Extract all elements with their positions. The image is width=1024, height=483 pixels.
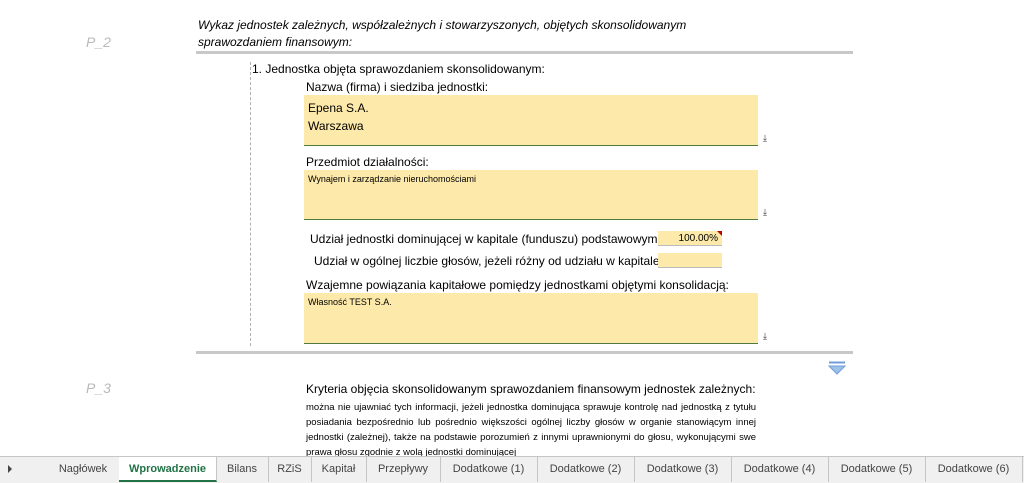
tab-kapital[interactable]: Kapitał (311, 457, 367, 482)
sheet-tab-bar: Nagłówek Wprowadzenie Bilans RZiS Kapita… (0, 456, 1024, 483)
activity-value[interactable]: Wynajem i zarządzanie nieruchomościami (304, 170, 758, 185)
expand-name-icon[interactable]: ⤓ (760, 133, 770, 145)
share-capital-field[interactable]: 100.00% (658, 231, 722, 246)
group-guide-line (250, 62, 251, 346)
bottom-divider (196, 351, 853, 354)
activity-label: Przedmiot działalności: (306, 155, 429, 169)
tab-dodatkowe-6[interactable]: Dodatkowe (6) (925, 457, 1023, 482)
top-divider (196, 51, 853, 54)
criteria-text: można nie ujawniać tych informacji, jeże… (306, 402, 756, 458)
activity-field[interactable]: Wynajem i zarządzanie nieruchomościami ⤓ (304, 170, 767, 220)
tab-scroll-button[interactable] (0, 457, 30, 482)
section-heading: Wykaz jednostek zależnych, współzależnyc… (198, 18, 687, 49)
name-value[interactable]: Epena S.A. Warszawa (304, 95, 758, 135)
tab-dodatkowe-1[interactable]: Dodatkowe (1) (440, 457, 538, 482)
share-capital-label: Udział jednostki dominującej w kapitale … (310, 232, 658, 246)
share-capital-value[interactable]: 100.00% (679, 233, 718, 244)
section-label-p3: P_3 (86, 380, 111, 396)
share-votes-field[interactable] (658, 253, 722, 268)
tab-bilans[interactable]: Bilans (216, 457, 269, 482)
expand-activity-icon[interactable]: ⤓ (760, 207, 770, 219)
tab-dodatkowe-3[interactable]: Dodatkowe (3) (634, 457, 732, 482)
collapse-section-icon[interactable] (828, 361, 846, 375)
tab-dodatkowe-2[interactable]: Dodatkowe (2) (537, 457, 635, 482)
relations-field[interactable]: Własność TEST S.A. ⤓ (304, 293, 767, 344)
share-votes-label: Udział w ogólnej liczbie głosów, jeżeli … (314, 254, 660, 268)
name-field[interactable]: Epena S.A. Warszawa ⤓ (304, 95, 767, 146)
tab-dodatkowe-5[interactable]: Dodatkowe (5) (828, 457, 926, 482)
item-title: 1. Jednostka objęta sprawozdaniem skonso… (252, 62, 545, 76)
comment-marker-icon (717, 231, 722, 236)
tab-przeplywy[interactable]: Przepływy (366, 457, 441, 482)
relations-label: Wzajemne powiązania kapitałowe pomiędzy … (306, 278, 729, 292)
tab-rzis[interactable]: RZiS (268, 457, 312, 482)
name-label: Nazwa (firma) i siedziba jednostki: (306, 80, 489, 94)
criteria-title: Kryteria objęcia skonsolidowanym sprawoz… (306, 382, 756, 396)
relations-value[interactable]: Własność TEST S.A. (304, 293, 758, 308)
tab-wprowadzenie[interactable]: Wprowadzenie (119, 457, 217, 482)
tab-dodatkowe-4[interactable]: Dodatkowe (4) (731, 457, 829, 482)
scroll-right-icon (8, 465, 12, 473)
section-label-p2: P_2 (86, 34, 111, 50)
expand-relations-icon[interactable]: ⤓ (760, 331, 770, 343)
tab-naglowek[interactable]: Nagłówek (47, 457, 120, 482)
